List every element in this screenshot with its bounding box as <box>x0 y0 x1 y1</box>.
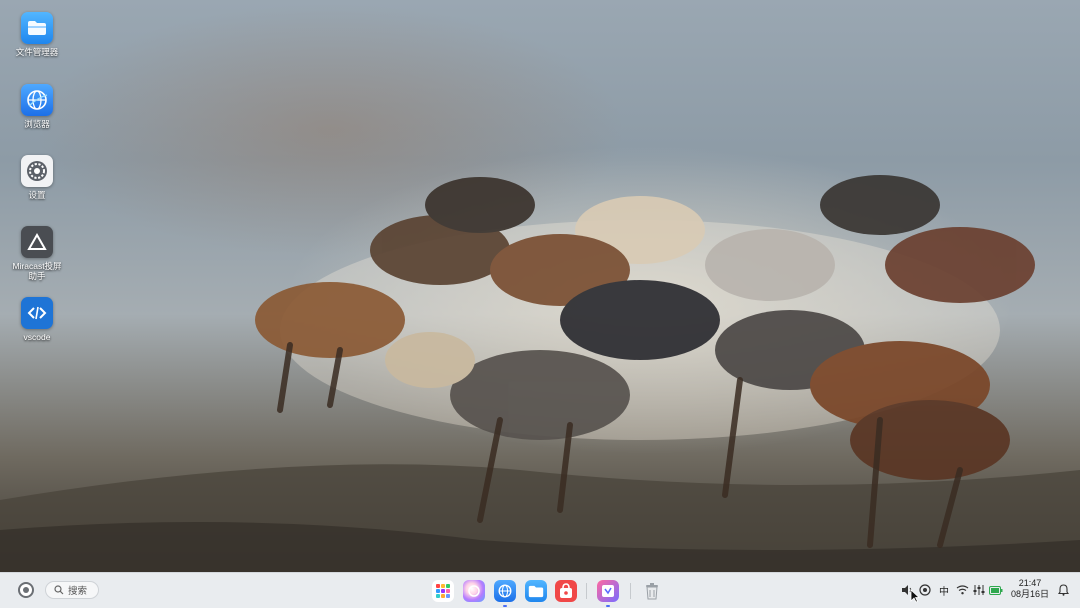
screenshot-icon <box>602 585 614 597</box>
folder-icon <box>21 12 53 44</box>
store-bag-icon <box>560 583 572 598</box>
miracast-icon <box>21 226 53 258</box>
clock-time: 21:47 <box>1018 578 1042 588</box>
taskbar-clock[interactable]: 21:47 08月16日 <box>1006 578 1054 600</box>
desktop-icon-file-manager[interactable]: 文件管理器 <box>10 12 64 57</box>
input-method-indicator[interactable]: 中 <box>937 582 951 598</box>
desktop-icon-label: Miracast投屏助手 <box>12 261 62 281</box>
desktop-wallpaper <box>0 0 1080 572</box>
desktop-icon-label: 文件管理器 <box>15 47 59 57</box>
desktop-icon-settings[interactable]: 设置 <box>10 155 64 200</box>
taskbar-app-browser[interactable] <box>494 580 516 607</box>
desktop-icon-label: 设置 <box>28 190 46 200</box>
vscode-icon <box>21 297 53 329</box>
search-label: 搜索 <box>68 586 88 597</box>
desktop-icon-label: 浏览器 <box>24 119 50 129</box>
clock-date: 08月16日 <box>1010 589 1050 599</box>
browser-globe-icon <box>21 84 53 116</box>
taskbar-app-store[interactable] <box>555 580 577 602</box>
mouse-cursor-icon <box>910 589 920 603</box>
taskbar-app-assistant[interactable] <box>463 580 485 602</box>
taskbar-search-box[interactable]: 搜索 <box>45 581 99 599</box>
screen-record-icon[interactable] <box>918 582 932 598</box>
taskbar-app-launcher[interactable] <box>432 580 454 602</box>
taskbar-app-screenshot[interactable] <box>597 580 619 607</box>
start-menu-button[interactable] <box>18 582 34 598</box>
browser-globe-icon <box>498 584 512 598</box>
grid-apps-icon <box>436 584 450 598</box>
taskbar-app-file-manager[interactable] <box>525 580 547 602</box>
mixer-settings-icon[interactable] <box>972 582 986 598</box>
desktop-icon-miracast[interactable]: Miracast投屏助手 <box>10 226 64 281</box>
folder-icon <box>528 585 544 597</box>
taskbar-app-trash[interactable] <box>641 580 663 602</box>
battery-icon[interactable] <box>989 582 1003 598</box>
assistant-orb-icon <box>468 585 480 597</box>
desktop-icon-label: vscode <box>23 332 51 342</box>
wallpaper-horses-art <box>0 175 1080 572</box>
notification-bell-icon[interactable] <box>1056 582 1070 598</box>
taskbar-separator <box>586 583 587 599</box>
desktop-icon-browser[interactable]: 浏览器 <box>10 84 64 129</box>
search-icon <box>54 585 64 595</box>
wifi-icon[interactable] <box>955 582 969 598</box>
settings-gear-icon <box>21 155 53 187</box>
taskbar-separator <box>630 583 631 599</box>
desktop-icon-vscode[interactable]: vscode <box>10 297 64 342</box>
trash-icon <box>646 583 658 600</box>
